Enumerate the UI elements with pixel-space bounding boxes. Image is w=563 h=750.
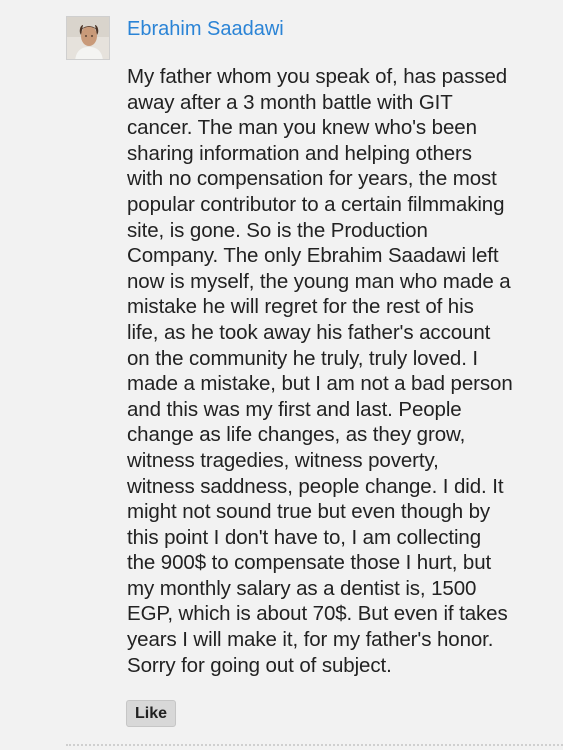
comment-text-line: with no compensation for years, the most <box>127 167 497 191</box>
comment-text-line: life, as he took away his father's accou… <box>127 320 491 344</box>
comment-text-line: witness saddness, people change. I did. … <box>127 474 504 498</box>
comment-text-line: made a mistake, but I am not a bad perso… <box>127 372 513 396</box>
comment-text: My father whom you speak of, has passed a… <box>127 64 547 678</box>
comment-text-line: and this was my first and last. People <box>127 397 462 421</box>
comment-text-line: might not sound true but even though by <box>127 500 491 524</box>
user-photo-icon <box>67 17 109 59</box>
comment-text-line: change as life changes, as they grow, <box>127 423 466 447</box>
comment-text-line: Sorry for going out of subject. <box>127 653 392 677</box>
comment-text-line: years I will make it, for my father's ho… <box>127 628 494 652</box>
comment-text-line: popular contributor to a certain filmmak… <box>127 192 505 216</box>
comment-text-line: away after a 3 month battle with GIT <box>127 90 453 114</box>
comment-text-line: EGP, which is about 70$. But even if tak… <box>127 602 508 626</box>
comment-text-line: on the community he truly, truly loved. … <box>127 346 479 370</box>
comment-text-line: My father whom you speak of, has passed <box>127 65 508 88</box>
comment-text-line: Company. The only Ebrahim Saadawi left <box>127 244 499 268</box>
comment-text-line: now is myself, the young man who made a <box>127 269 511 293</box>
comment-text-line: mistake he will regret for the rest of h… <box>127 295 474 319</box>
comment-text-line: my monthly salary as a dentist is, 1500 <box>127 576 477 600</box>
comment-text-line: witness tragedies, witness poverty, <box>127 448 439 472</box>
like-button[interactable]: Like <box>126 700 177 727</box>
comment-text-line: this point I don't have to, I am collect… <box>127 525 482 549</box>
comment-text-line: sharing information and helping others <box>127 141 472 165</box>
comment-text-line: the 900$ to compensate those I hurt, but <box>127 551 492 575</box>
comment-text-line: cancer. The man you knew who's been <box>127 116 477 140</box>
author-name-link[interactable]: Ebrahim Saadawi <box>127 16 284 42</box>
avatar[interactable] <box>66 16 110 60</box>
comment-text-line: site, is gone. So is the Production <box>127 218 428 242</box>
comment-divider <box>66 744 563 746</box>
comment: Ebrahim Saadawi My father whom you speak… <box>0 0 563 750</box>
